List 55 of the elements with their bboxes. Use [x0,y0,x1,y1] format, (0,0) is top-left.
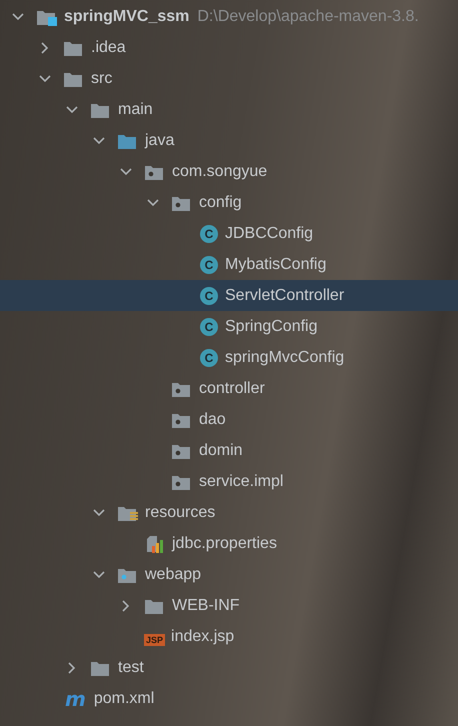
tree-row[interactable]: resources [0,497,458,528]
item-label: src [91,70,112,88]
item-label: domin [199,442,243,460]
tree-row[interactable]: src [0,63,458,94]
item-label: webapp [145,566,202,584]
item-label: com.songyue [172,162,268,180]
tree-row[interactable]: springMVC_ssm D:\Develop\apache-maven-3.8. [0,1,458,32]
tree-row[interactable]: JSP index.jsp [0,621,458,652]
item-label: config [199,194,242,212]
item-label: pom.xml [94,690,154,708]
item-label: service.impl [199,472,284,490]
tree-row[interactable]: C springMvcConfig [0,342,458,373]
tree-row[interactable]: webapp [0,559,458,590]
tree-row[interactable]: main [0,94,458,125]
tree-row[interactable]: config [0,187,458,218]
jsp-file-icon: JSP [144,634,166,646]
item-label: java [145,132,174,150]
tree-row[interactable]: dao [0,404,458,435]
path-hint: D:\Develop\apache-maven-3.8. [197,8,419,26]
tree-row[interactable]: C SpringConfig [0,311,458,342]
item-label: MybatisConfig [225,256,326,274]
item-label: main [118,100,153,118]
item-label: jdbc.properties [172,534,277,552]
item-label: springMVC_ssm [64,8,190,26]
tree-row[interactable]: jdbc.properties [0,528,458,559]
item-label: .idea [91,38,126,56]
tree-row[interactable]: WEB-INF [0,590,458,621]
tree-row[interactable]: com.songyue [0,156,458,187]
maven-icon: m [65,686,86,710]
item-label: springMvcConfig [225,348,344,366]
properties-file-icon [144,534,166,552]
tree-row[interactable]: C ServletController [0,280,458,311]
tree-row[interactable]: domin [0,435,458,466]
class-icon: C [200,224,218,242]
tree-row[interactable]: test [0,652,458,683]
tree-row[interactable]: C MybatisConfig [0,249,458,280]
item-label: dao [199,410,226,428]
item-label: WEB-INF [172,596,240,614]
class-icon: C [200,256,218,274]
class-icon: C [200,348,218,366]
item-label: ServletController [225,286,344,304]
item-label: SpringConfig [225,318,318,336]
tree-row[interactable]: .idea [0,32,458,63]
item-label: resources [145,504,216,522]
tree-row[interactable]: m pom.xml [0,683,458,714]
class-icon: C [200,318,218,336]
class-icon: C [200,286,218,304]
item-label: test [118,658,144,676]
item-label: controller [199,380,265,398]
item-label: JDBCConfig [225,224,314,242]
tree-row[interactable]: service.impl [0,466,458,497]
item-label: index.jsp [171,628,234,646]
tree-row[interactable]: C JDBCConfig [0,218,458,249]
tree-row[interactable]: controller [0,373,458,404]
tree-row[interactable]: java [0,125,458,156]
